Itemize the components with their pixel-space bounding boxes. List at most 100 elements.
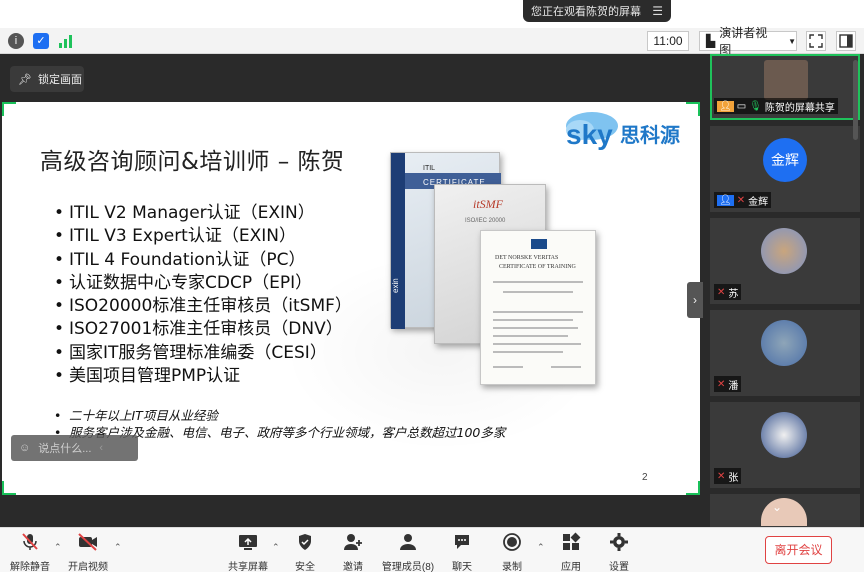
sky-logo: sky 思科源 (562, 108, 697, 154)
start-video-label: 开启视频 (68, 562, 108, 572)
record-label: 录制 (502, 562, 522, 572)
mic-icon: 🎙︎ (749, 100, 762, 112)
participant-name-strip: ✕ 张 (714, 468, 742, 484)
participant-tile[interactable]: ✕ 潘 (710, 310, 860, 396)
frame-corner-br (686, 481, 700, 495)
unmute-button[interactable]: 解除静音 (0, 532, 60, 572)
list-item: 美国项目管理PMP认证 (54, 365, 352, 388)
video-off-icon (58, 532, 118, 556)
invite-label: 邀请 (343, 562, 363, 572)
add-user-icon (323, 532, 383, 556)
user-icon: 👤︎ (717, 194, 734, 206)
cert-subtitle: ISO/IEC 20000 (465, 218, 506, 224)
start-video-button[interactable]: 开启视频 (58, 532, 118, 572)
participant-tile[interactable]: 金辉 👤︎ ✕ 金辉 (710, 126, 860, 212)
mic-muted-icon (0, 532, 60, 556)
svg-text:sky: sky (566, 119, 613, 150)
list-item: ITIL 4 Foundation认证（PC） (54, 249, 352, 272)
share-screen-button[interactable]: 共享屏幕 (218, 532, 278, 572)
cert-title: ITIL (423, 165, 436, 172)
mic-muted-icon: ✕ (717, 470, 726, 482)
participant-tile[interactable]: ✕ 苏 (710, 218, 860, 304)
cert-title: DET NORSKE VERITAS (495, 255, 559, 261)
meeting-app: 您正在观看陈贺的屏幕 ☰ i ✓ 11:00 ▙ 演讲者视图 ▼ 📌︎ 锁定画面 (0, 0, 864, 572)
certificate-dnv: DET NORSKE VERITAS CERTIFICATE OF TRAINI… (480, 230, 596, 385)
participant-name-strip: ✕ 苏 (714, 284, 742, 300)
cert-brand: exin (391, 278, 400, 293)
avatar: 金辉 (763, 138, 807, 182)
chevron-down-icon[interactable]: ⌄ (772, 500, 782, 514)
avatar (761, 228, 807, 274)
participant-tile[interactable]: ⌄ (710, 494, 860, 527)
share-banner[interactable]: 您正在观看陈贺的屏幕 ☰ (523, 0, 671, 22)
chat-quick-input[interactable]: ☺ 说点什么... ‹ (11, 435, 138, 461)
frame-corner-tl (2, 102, 16, 116)
meeting-timer: 11:00 (647, 31, 689, 51)
slide-title: 高级咨询顾问&培训师 – 陈贺 (40, 149, 345, 175)
participant-name: 金辉 (748, 196, 769, 208)
list-item: 二十年以上IT项目从业经验 (54, 407, 505, 424)
lock-view-label: 锁定画面 (37, 74, 82, 86)
participant-name: 潘 (728, 380, 739, 392)
smile-icon: ☺ (19, 442, 31, 454)
dnv-logo (531, 239, 547, 249)
unmute-label: 解除静音 (10, 562, 50, 572)
chevron-down-icon: ▼ (788, 36, 796, 46)
mic-muted-icon: ✕ (717, 286, 726, 298)
share-screen-label: 共享屏幕 (228, 562, 268, 572)
collapse-panel-button[interactable]: › (687, 282, 703, 318)
participants-panel: 👤︎ ▭ 🎙︎ 陈贺的屏幕共享 金辉 👤︎ ✕ 金辉 ✕ 苏 ✕ 潘 ✕ 张 ⌄ (705, 54, 864, 527)
shared-screen-stage: 📌︎ 锁定画面 高级咨询顾问&培训师 – 陈贺 sky 思科源 ITIL V2 … (0, 54, 705, 527)
chevron-up-icon[interactable]: ⌃ (114, 542, 122, 553)
frame-corner-bl (2, 481, 16, 495)
participant-name-strip: 👤︎ ✕ 金辉 (714, 192, 772, 208)
signal-icon[interactable] (58, 33, 74, 49)
gear-icon (589, 532, 649, 556)
list-item: ISO20000标准主任审核员（itSMF） (54, 295, 352, 318)
qualification-list: ITIL V2 Manager认证（EXIN） ITIL V3 Expert认证… (54, 202, 352, 388)
list-item: 认证数据中心专家CDCP（EPI） (54, 272, 352, 295)
cert-subtitle: CERTIFICATE OF TRAINING (499, 264, 576, 270)
chevron-left-icon: ‹ (99, 442, 104, 454)
user-icon: 👤︎ (717, 100, 734, 112)
participant-tile[interactable]: ✕ 张 (710, 402, 860, 488)
members-icon (378, 532, 438, 556)
settings-label: 设置 (609, 562, 629, 572)
invite-button[interactable]: 邀请 (323, 532, 383, 572)
panel-scrollbar[interactable] (853, 60, 858, 140)
bottom-control-bar: 解除静音 ⌃ 开启视频 ⌃ 共享屏幕 ⌃ 安全 邀请 管理成员(8) 聊天 录制… (0, 527, 864, 572)
list-item: ITIL V2 Manager认证（EXIN） (54, 202, 352, 225)
pin-icon: 📌︎ (18, 73, 32, 86)
manage-members-button[interactable]: 管理成员(8) (378, 532, 438, 572)
record-button[interactable]: 录制 (482, 532, 542, 572)
chat-placeholder: 说点什么... (38, 443, 92, 455)
mic-muted-icon: ✕ (736, 194, 746, 206)
fullscreen-icon[interactable] (806, 31, 826, 51)
view-icon: ▙ (706, 34, 716, 48)
list-item: ISO27001标准主任审核员（DNV） (54, 318, 352, 341)
lock-view-button[interactable]: 📌︎ 锁定画面 (10, 66, 84, 92)
view-mode-label: 演讲者视图 (719, 26, 768, 57)
mic-muted-icon: ✕ (717, 378, 726, 390)
list-item: ITIL V3 Expert认证（EXIN） (54, 225, 352, 248)
share-screen-icon (218, 532, 278, 556)
leave-meeting-button[interactable]: 离开会议 (765, 536, 832, 564)
manage-members-label: 管理成员(8) (381, 562, 435, 572)
avatar (761, 320, 807, 366)
participant-tile[interactable]: 👤︎ ▭ 🎙︎ 陈贺的屏幕共享 (710, 54, 860, 120)
shield-icon[interactable]: ✓ (33, 33, 49, 49)
settings-button[interactable]: 设置 (589, 532, 649, 572)
video-thumbnail (764, 60, 808, 100)
meeting-toolbar: i ✓ 11:00 ▙ 演讲者视图 ▼ (0, 26, 864, 57)
view-mode-dropdown[interactable]: ▙ 演讲者视图 ▼ (699, 26, 797, 57)
avatar (761, 412, 807, 458)
participant-name: 张 (728, 472, 739, 484)
svg-text:思科源: 思科源 (620, 123, 680, 147)
share-banner-text: 您正在观看陈贺的屏幕 (531, 6, 641, 18)
menu-icon[interactable]: ☰ (652, 4, 663, 18)
record-icon (482, 532, 542, 556)
sidebar-icon[interactable] (836, 31, 856, 51)
page-number: 2 (642, 472, 648, 483)
list-item: 国家IT服务管理标准编委（CESI） (54, 342, 352, 365)
info-icon[interactable]: i (8, 33, 24, 49)
